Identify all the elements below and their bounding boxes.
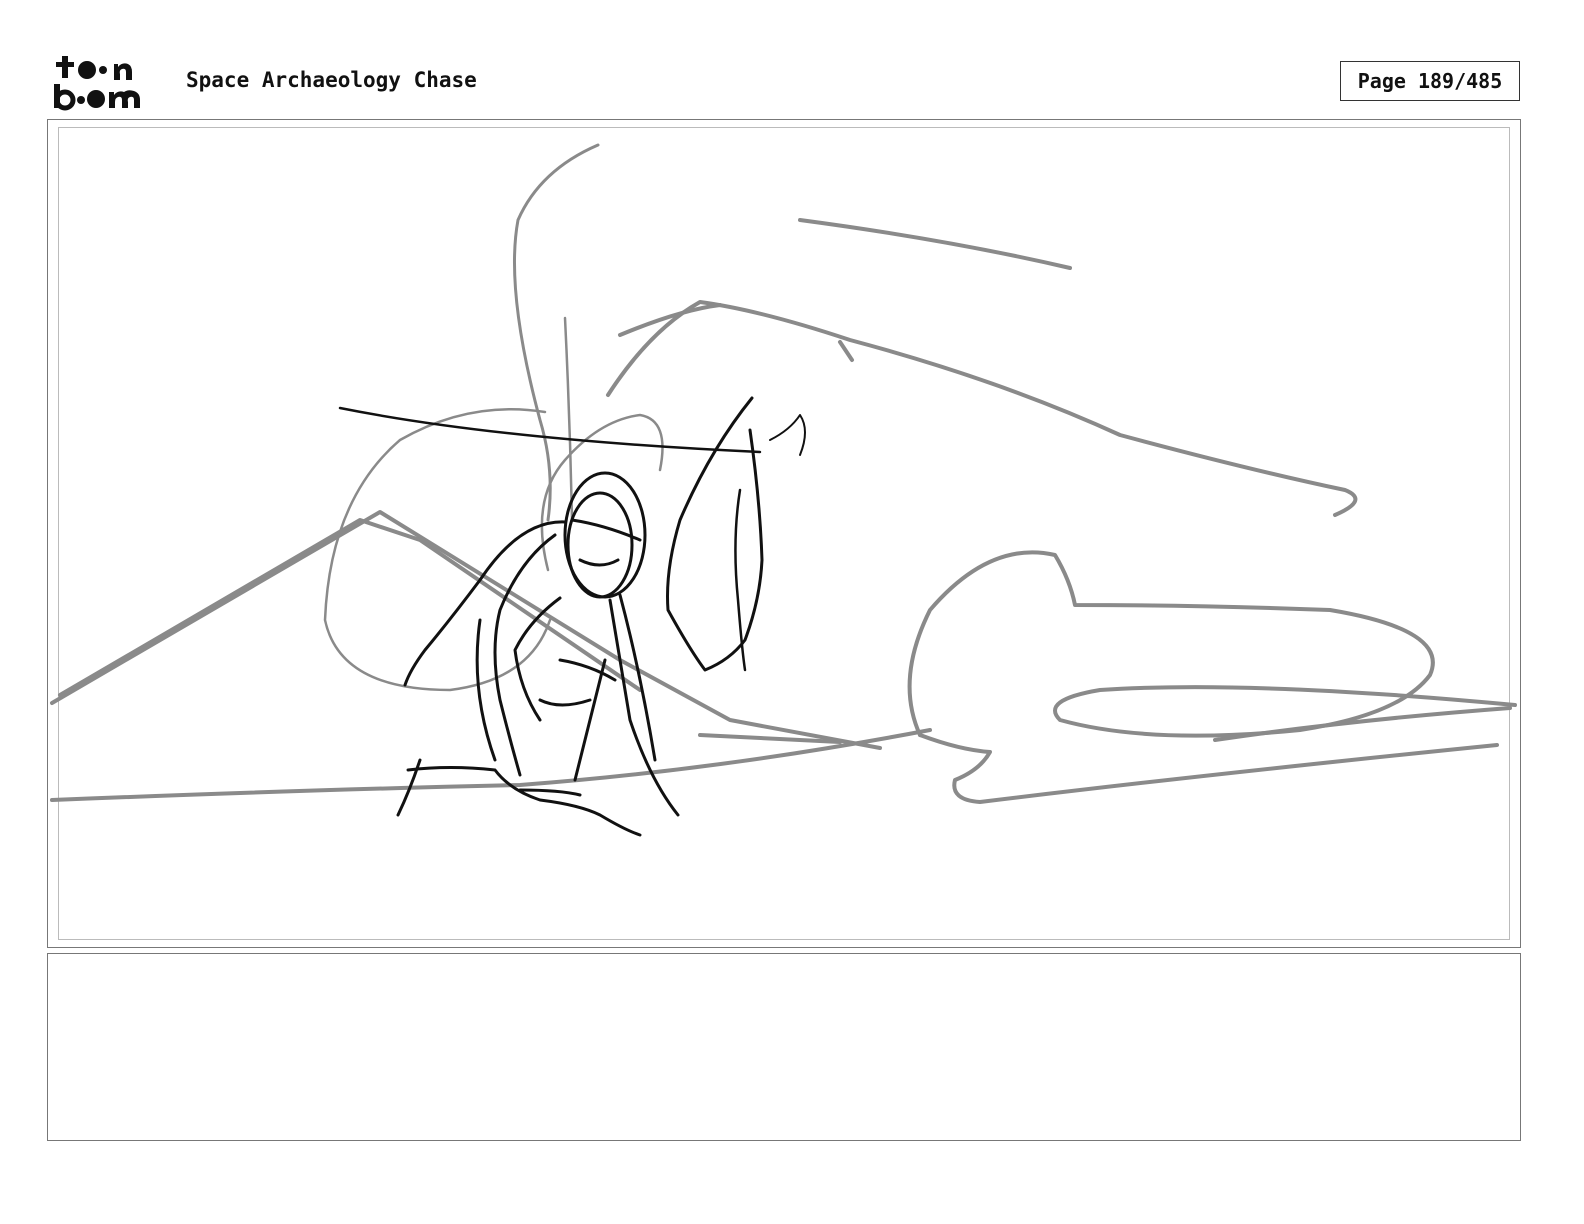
figure-sketch: [338, 396, 806, 837]
notes-panel: [47, 953, 1521, 1141]
background-sketch-lines: [50, 143, 1517, 804]
